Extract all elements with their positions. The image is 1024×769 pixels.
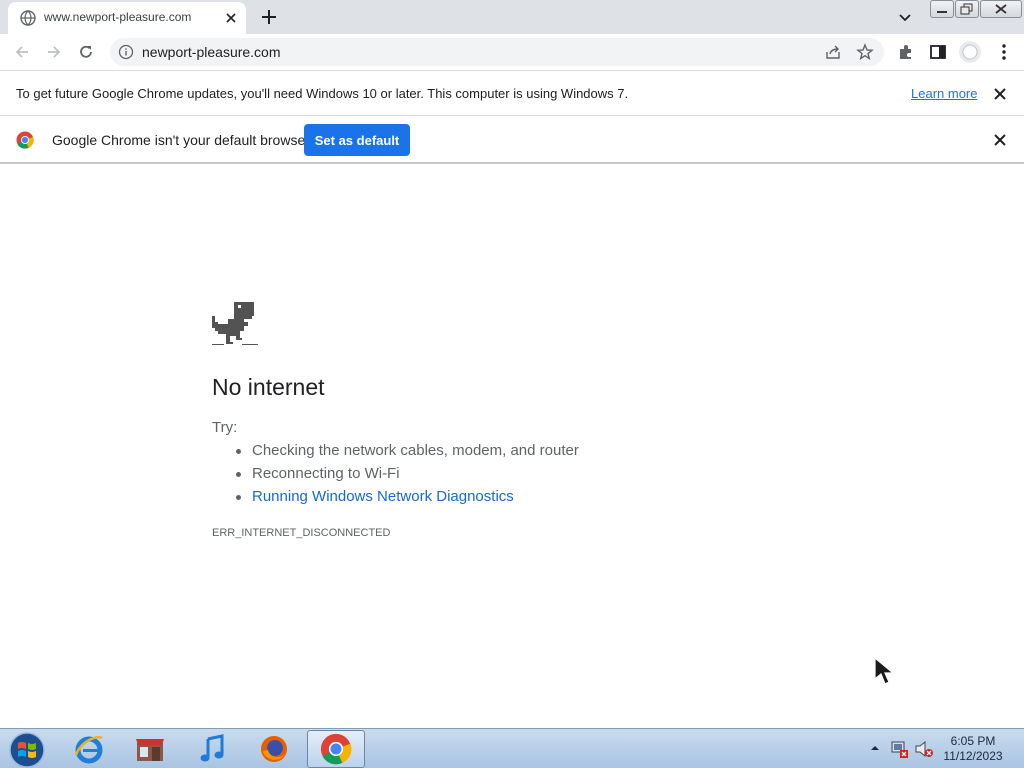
taskbar-itunes[interactable] (183, 730, 241, 768)
menu-icon[interactable] (994, 42, 1014, 62)
internet-explorer-icon (74, 736, 103, 764)
minimize-button[interactable] (930, 0, 954, 18)
firefox-icon (261, 736, 287, 762)
default-browser-infobar: Google Chrome isn't your default browser… (0, 116, 1024, 164)
info-icon[interactable] (118, 44, 134, 60)
taskbar-clock[interactable]: 6:05 PM 11/12/2023 (940, 734, 1006, 764)
tab-title: www.newport-pleasure.com (44, 10, 192, 24)
update-infobar: To get future Google Chrome updates, you… (0, 71, 1024, 116)
globe-icon (20, 10, 36, 26)
close-icon[interactable] (992, 86, 1008, 102)
tab-close-icon[interactable] (222, 9, 240, 27)
back-icon[interactable] (12, 42, 32, 62)
bookmark-star-icon[interactable] (856, 43, 874, 61)
close-window-button[interactable] (980, 0, 1022, 18)
window-controls (929, 0, 1022, 18)
side-panel-icon[interactable] (928, 42, 948, 62)
new-tab-icon[interactable] (258, 6, 280, 28)
clock-time: 6:05 PM (950, 734, 996, 748)
taskbar-internet-explorer[interactable] (60, 730, 118, 768)
profile-avatar[interactable] (958, 40, 982, 64)
reload-icon[interactable] (76, 42, 96, 62)
suggestion-list: Checking the network cables, modem, and … (236, 442, 579, 511)
chrome-logo-icon (16, 131, 34, 149)
list-item: Reconnecting to Wi-Fi (236, 465, 579, 488)
clock-date: 11/12/2023 (943, 749, 1003, 763)
extensions-icon[interactable] (896, 42, 916, 62)
taskbar-chrome[interactable] (307, 730, 365, 768)
url-text[interactable]: newport-pleasure.com (142, 44, 281, 60)
list-item: Checking the network cables, modem, and … (236, 442, 579, 465)
taskbar-store[interactable] (121, 730, 179, 768)
default-browser-message: Google Chrome isn't your default browser (52, 132, 310, 148)
address-bar[interactable]: newport-pleasure.com (110, 38, 884, 66)
mouse-cursor-icon (874, 657, 895, 685)
learn-more-link[interactable]: Learn more (911, 86, 977, 101)
close-icon[interactable] (992, 132, 1008, 148)
try-label: Try: (212, 419, 238, 436)
network-disconnected-icon[interactable] (890, 739, 910, 759)
chrome-icon (320, 733, 352, 765)
taskbar: 6:05 PM 11/12/2023 (0, 728, 1024, 768)
toolbar: newport-pleasure.com (0, 34, 1024, 71)
store-icon (136, 739, 164, 761)
error-code: ERR_INTERNET_DISCONNECTED (212, 527, 391, 539)
share-icon[interactable] (824, 43, 842, 61)
volume-muted-icon[interactable] (914, 739, 934, 759)
itunes-icon (200, 734, 224, 762)
taskbar-firefox[interactable] (245, 730, 303, 768)
restore-button[interactable] (955, 0, 979, 18)
tab-active[interactable]: www.newport-pleasure.com (8, 2, 246, 34)
set-as-default-button[interactable]: Set as default (304, 124, 410, 156)
tab-strip: www.newport-pleasure.com (0, 0, 1024, 34)
error-page: No internet Try: Checking the network ca… (0, 165, 1024, 728)
error-title: No internet (212, 374, 325, 400)
forward-icon[interactable] (44, 42, 64, 62)
update-message: To get future Google Chrome updates, you… (16, 86, 629, 101)
start-button-icon[interactable] (6, 731, 48, 769)
network-diagnostics-link[interactable]: Running Windows Network Diagnostics (236, 488, 579, 511)
dinosaur-icon[interactable] (212, 302, 258, 346)
chevron-down-icon[interactable] (896, 8, 914, 26)
show-hidden-icons-icon[interactable] (870, 743, 880, 753)
